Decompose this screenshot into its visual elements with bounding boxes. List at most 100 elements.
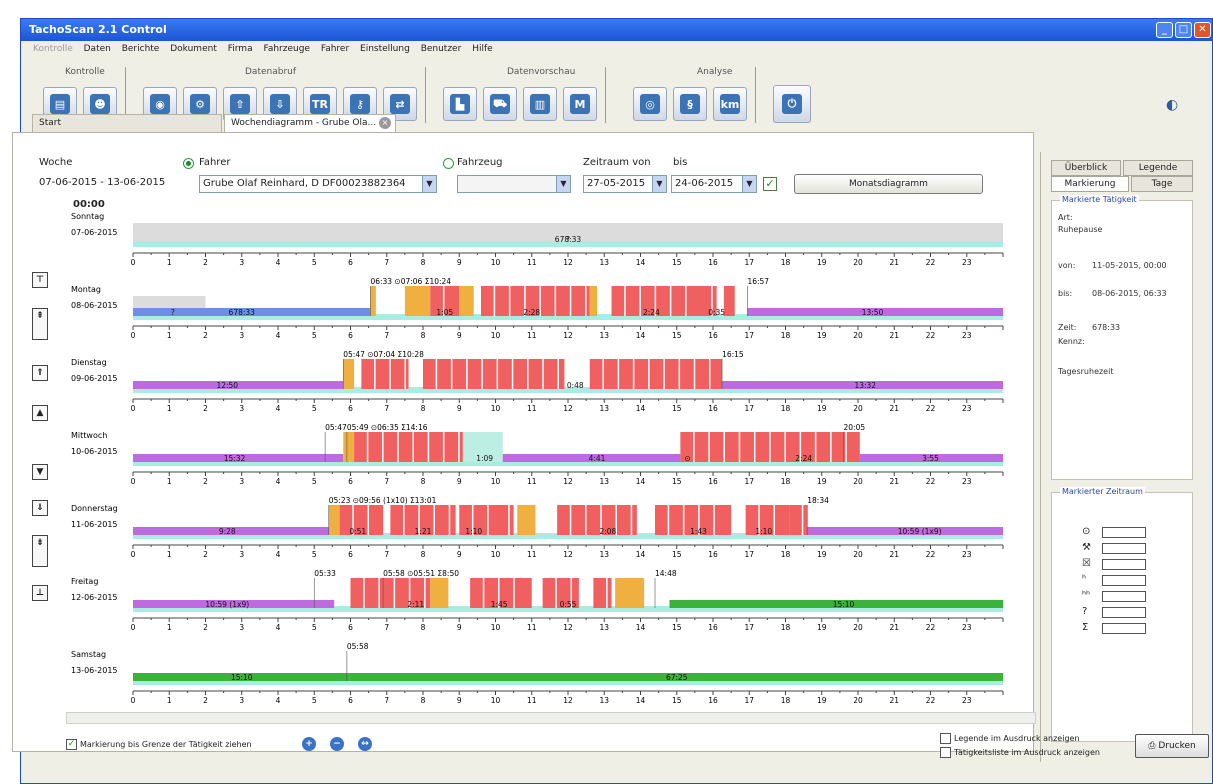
hour-label: 20: [853, 331, 863, 340]
available-icon: ☒: [1082, 558, 1091, 569]
menu-firma[interactable]: Firma: [228, 44, 253, 54]
activity-gap: [693, 432, 695, 462]
power-button[interactable]: ⏻: [773, 85, 811, 123]
print-button-label: Drucken: [1158, 741, 1196, 751]
available-total-field: [1102, 559, 1146, 570]
analysis-button[interactable]: ◎: [633, 87, 667, 121]
preview-vehicle-button[interactable]: ⛟: [483, 87, 517, 121]
hour-label: 7: [384, 477, 389, 486]
long-rest-total-field: [1102, 591, 1146, 602]
hour-label: 16: [708, 696, 718, 705]
activity-gap: [669, 286, 672, 316]
hour-label: 2: [203, 696, 208, 705]
activity-gap: [709, 359, 711, 389]
hour-label: 21: [889, 404, 899, 413]
horizontal-scrollbar[interactable]: [66, 712, 1036, 724]
menu-fahrzeuge[interactable]: Fahrzeuge: [263, 44, 310, 54]
maximize-button[interactable]: □: [1175, 22, 1192, 38]
menu-einstellung[interactable]: Einstellung: [360, 44, 410, 54]
vehicle-icon: ⛟: [490, 94, 510, 114]
hour-label: 18: [781, 550, 791, 559]
hour-label: 18: [781, 477, 791, 486]
separator: [755, 67, 756, 123]
group-label-kontrolle: Kontrolle: [65, 67, 105, 77]
tab-ueberblick[interactable]: Überblick: [1051, 160, 1121, 176]
hour-label: 23: [962, 404, 972, 413]
menu-dokument[interactable]: Dokument: [170, 44, 217, 54]
duration-label: 15:32: [224, 454, 246, 463]
day-summary: 05:58: [347, 642, 369, 651]
activity-gap: [708, 432, 710, 462]
minimize-button[interactable]: _: [1156, 22, 1173, 38]
tab-close-icon[interactable]: ×: [379, 117, 391, 129]
settings-key-icon[interactable]: ◐: [1166, 97, 1178, 113]
marking-checkbox[interactable]: ✓: [66, 739, 77, 750]
activity-bar: [557, 505, 637, 535]
activity-bar: [354, 432, 463, 462]
law-button[interactable]: §: [673, 87, 707, 121]
hour-label: 10: [491, 550, 501, 559]
usb-icon: ⚷: [350, 94, 370, 114]
preview-month-button[interactable]: M: [563, 87, 597, 121]
activity-gap: [648, 359, 650, 389]
hour-label: 7: [384, 331, 389, 340]
activity-gap: [404, 359, 407, 389]
activity-gap: [557, 359, 559, 389]
hour-label: 1: [167, 623, 172, 632]
menu-benutzer[interactable]: Benutzer: [421, 44, 462, 54]
zoom-in-icon[interactable]: +: [302, 737, 316, 751]
tab-start[interactable]: Start: [32, 114, 222, 132]
preview-day-button[interactable]: ▥: [523, 87, 557, 121]
print-button[interactable]: ⎙ Drucken: [1135, 734, 1209, 758]
menu-hilfe[interactable]: Hilfe: [472, 44, 492, 54]
duration-label: 10:59 (1x9): [205, 600, 249, 609]
tab-tage[interactable]: Tage: [1131, 176, 1193, 192]
activity-bar: [459, 286, 474, 316]
unknown-icon: ?: [1082, 606, 1088, 617]
art-value: Ruhepause: [1058, 225, 1103, 234]
duration-label: 0:48: [567, 381, 584, 390]
hour-label: 4: [276, 404, 281, 413]
week-activity-chart[interactable]: Sonntag07-06-20150 1 2 3 4 5 6 7 8 9 10 11 12 13 14 15 1…: [13, 133, 1035, 753]
hour-label: 18: [781, 696, 791, 705]
tr-icon: TR: [310, 94, 330, 114]
tab-markierung[interactable]: Markierung: [1051, 176, 1129, 192]
fit-width-icon[interactable]: ↔: [358, 737, 372, 751]
legend-print-label: Legende im Ausdruck anzeigen: [954, 734, 1080, 743]
hour-label: 11: [527, 258, 537, 267]
duration-label: 0:35: [708, 308, 725, 317]
zoom-out-icon[interactable]: −: [330, 737, 344, 751]
hour-label: 21: [889, 477, 899, 486]
preview-driver-button[interactable]: ▙: [443, 87, 477, 121]
legend-print-checkbox[interactable]: [940, 733, 951, 744]
menu-daten[interactable]: Daten: [84, 44, 111, 54]
activity-gap: [367, 505, 370, 535]
menu-berichte[interactable]: Berichte: [122, 44, 160, 54]
menu-fahrer[interactable]: Fahrer: [321, 44, 349, 54]
close-button[interactable]: ✕: [1194, 22, 1211, 38]
activity-gap: [450, 359, 453, 389]
day-summary: 05:23 ⊙09:56 (1x10) Σ13:01: [329, 496, 437, 505]
hour-label: 23: [962, 477, 972, 486]
zeit-label: Zeit:: [1058, 323, 1077, 332]
activity-gap: [363, 578, 365, 608]
activity-gap: [569, 505, 572, 535]
tab-wochendiagramm[interactable]: Wochendiagramm - Grube Ola... ×: [224, 114, 396, 132]
activity-gap: [814, 432, 817, 462]
hour-label: 12: [563, 477, 573, 486]
day-summary: 18:34: [807, 496, 829, 505]
hour-label: 15: [672, 258, 682, 267]
activity-print-checkbox[interactable]: [940, 747, 951, 758]
hour-label: 9: [457, 696, 462, 705]
menu-kontrolle[interactable]: Kontrolle: [33, 44, 73, 54]
hour-label: 19: [817, 623, 827, 632]
hour-label: 1: [167, 696, 172, 705]
activity-gap: [585, 286, 587, 316]
week-diagram-panel: Woche 07-06-2015 - 13-06-2015 Fahrer Gru…: [12, 132, 1034, 752]
tab-legende[interactable]: Legende: [1123, 160, 1193, 176]
activity-gap: [663, 359, 665, 389]
km-button[interactable]: km: [713, 87, 747, 121]
hour-label: 4: [276, 477, 281, 486]
activity-gap: [397, 432, 399, 462]
sum-icon: Σ: [1082, 622, 1089, 633]
